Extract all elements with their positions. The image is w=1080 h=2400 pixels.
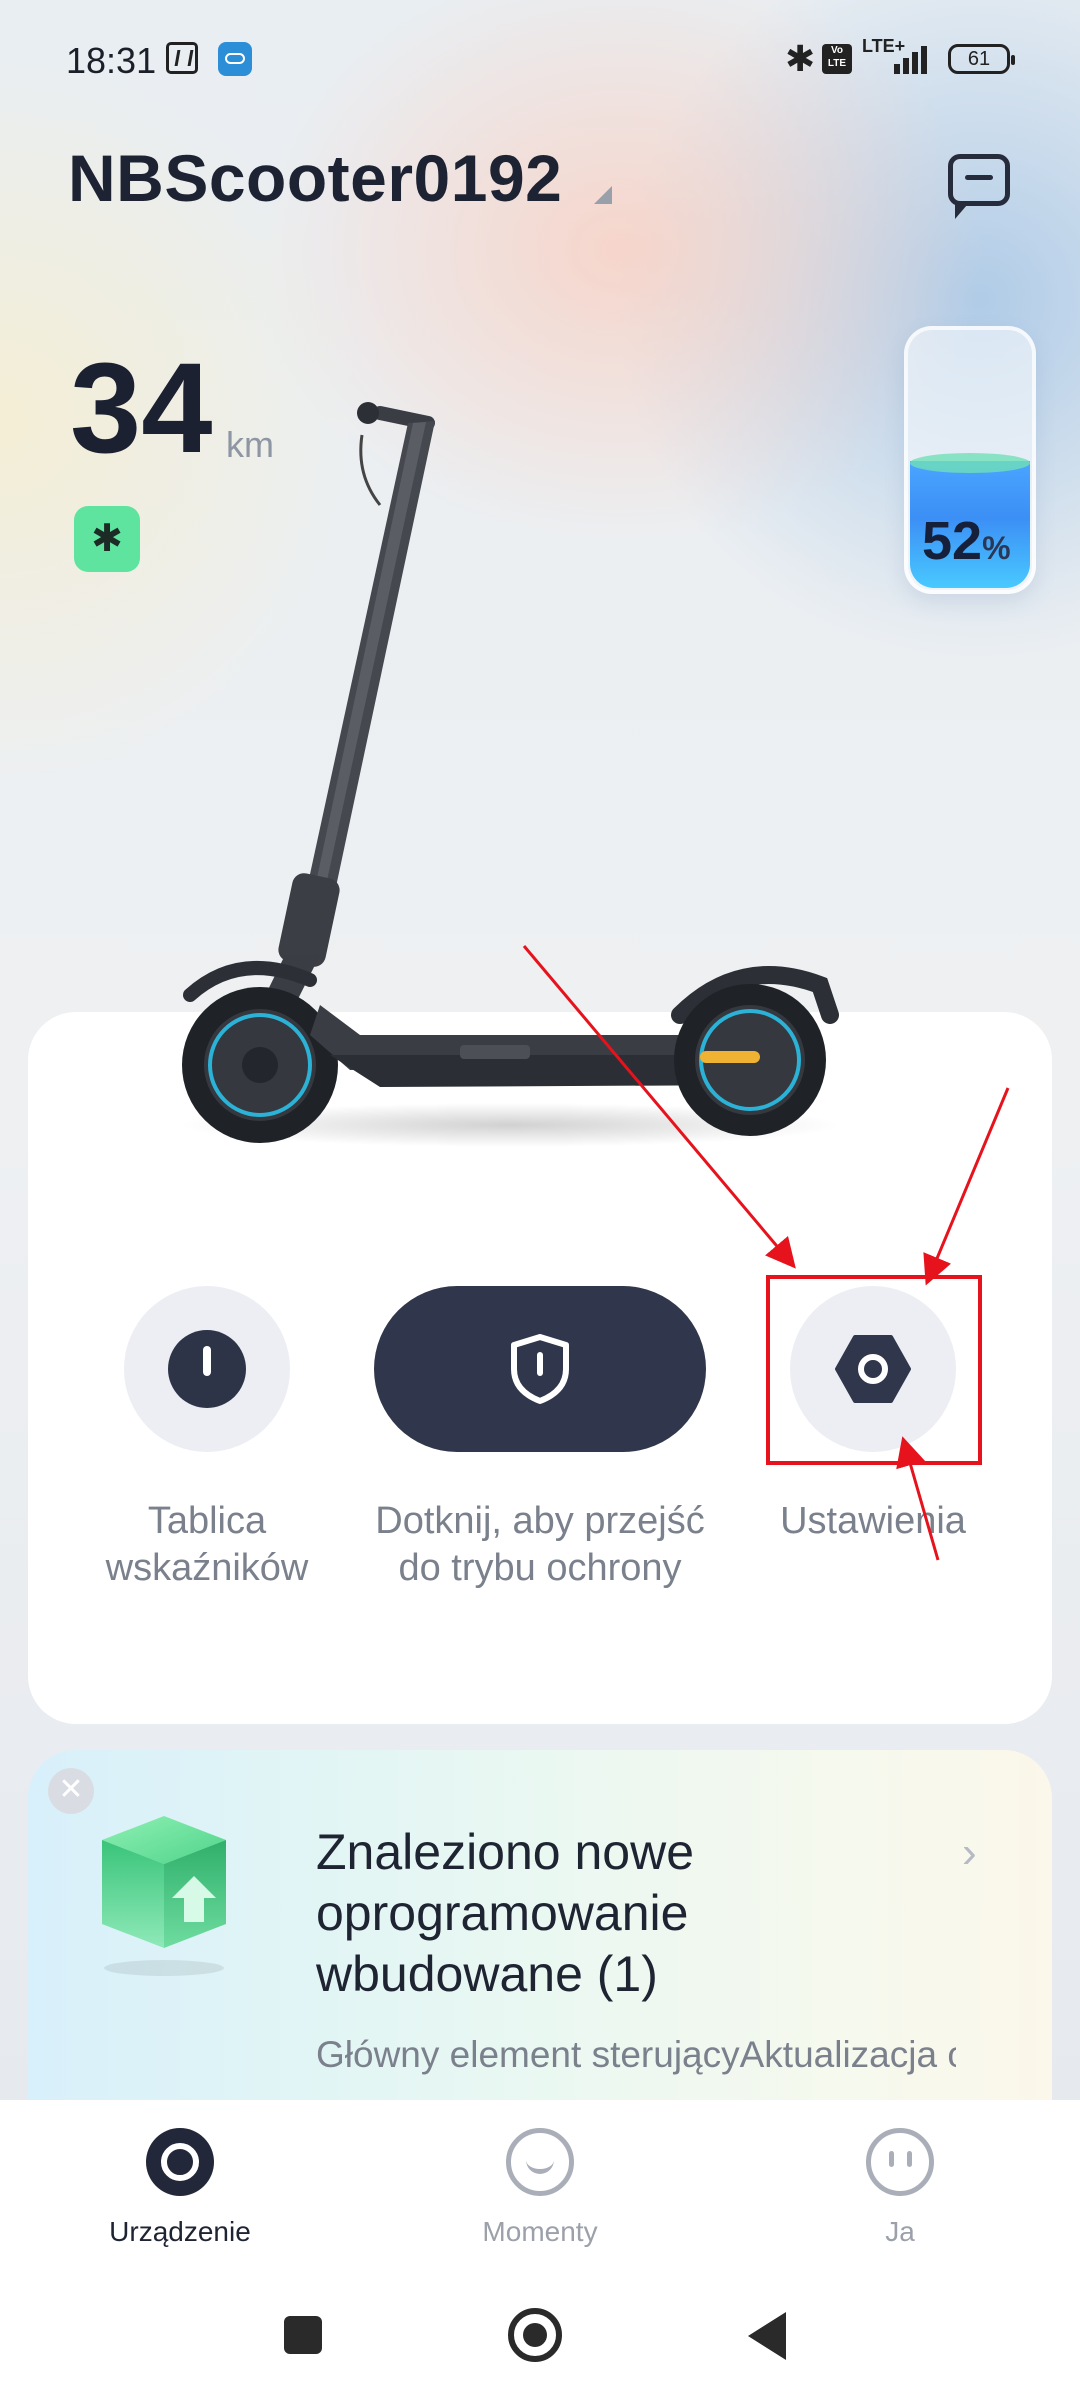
nav-label-device: Urządzenie bbox=[109, 2216, 251, 2247]
battery-percent: 52% bbox=[922, 511, 1011, 571]
dashboard-button[interactable] bbox=[124, 1286, 290, 1452]
dashboard-label: Tablica wskaźników bbox=[105, 1500, 309, 1589]
app-notification-icon bbox=[218, 42, 252, 76]
firmware-title: Znaleziono nowe oprogramowanie wbudowane… bbox=[316, 1824, 695, 2002]
battery-gauge: 52% bbox=[904, 326, 1036, 594]
signal-icon bbox=[894, 46, 927, 74]
device-name[interactable]: NBScooter0192 bbox=[68, 140, 562, 216]
close-icon[interactable]: ✕ bbox=[48, 1768, 94, 1814]
dropdown-triangle-icon[interactable] bbox=[594, 186, 612, 204]
nav-item-me[interactable]: Ja bbox=[780, 2128, 1020, 2248]
home-button[interactable] bbox=[508, 2308, 562, 2362]
recent-apps-button[interactable] bbox=[284, 2316, 322, 2354]
message-icon[interactable] bbox=[948, 154, 1010, 219]
settings-label: Ustawienia bbox=[780, 1500, 966, 1542]
highlight-box bbox=[766, 1275, 982, 1465]
bluetooth-connected-icon: ✱ bbox=[74, 506, 140, 572]
speedometer-icon bbox=[168, 1330, 246, 1408]
nav-label-moments: Momenty bbox=[482, 2216, 598, 2247]
volte-icon: Vo LTE bbox=[822, 44, 852, 74]
bluetooth-icon: ✱ bbox=[785, 38, 816, 79]
scooter-image bbox=[180, 402, 840, 1147]
protection-label: Dotknij, aby przejść do trybu ochrony bbox=[375, 1500, 705, 1589]
nfc-icon bbox=[166, 42, 198, 74]
profile-icon bbox=[866, 2128, 934, 2196]
nav-item-moments[interactable]: Momenty bbox=[420, 2128, 660, 2248]
chevron-right-icon[interactable]: › bbox=[962, 1828, 977, 1878]
nav-item-device[interactable]: Urządzenie bbox=[60, 2128, 300, 2248]
device-icon bbox=[146, 2128, 214, 2196]
back-button[interactable] bbox=[748, 2312, 786, 2360]
moments-icon bbox=[506, 2128, 574, 2196]
firmware-description: Główny element sterującyAktualizacja opr… bbox=[316, 2034, 956, 2075]
firmware-cube-icon bbox=[102, 1816, 226, 1976]
shield-icon bbox=[511, 1334, 569, 1404]
battery-status-icon: 61 bbox=[948, 44, 1015, 74]
nav-label-me: Ja bbox=[885, 2216, 915, 2247]
status-time: 18:31 bbox=[66, 40, 157, 81]
protection-mode-button[interactable] bbox=[374, 1286, 706, 1452]
